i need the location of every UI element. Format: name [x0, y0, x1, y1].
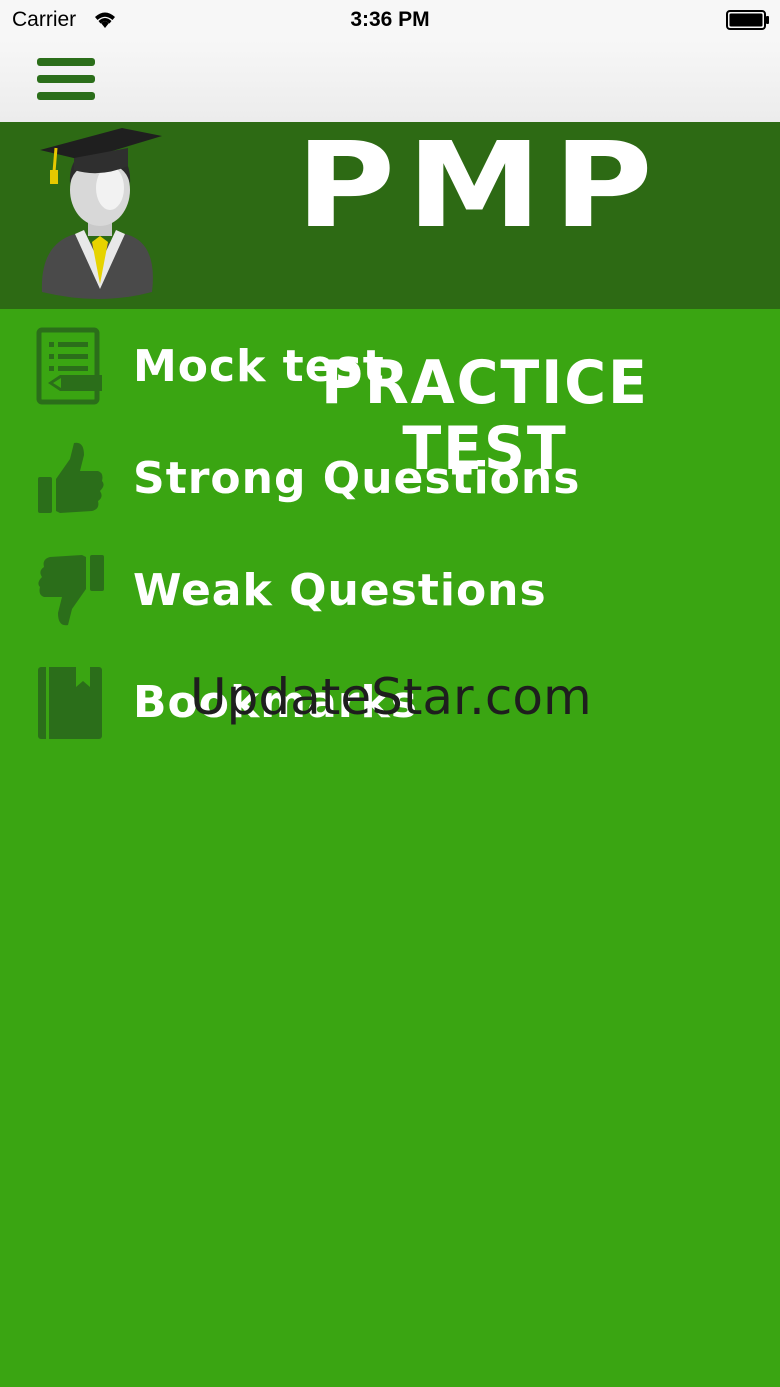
menu-item-label: Weak Questions	[133, 565, 547, 616]
navigation-bar	[0, 40, 780, 122]
menu-item-bookmarks[interactable]: Bookmarks	[0, 645, 780, 757]
status-bar: Carrier 3:36 PM	[0, 0, 780, 40]
hamburger-menu-button[interactable]	[37, 58, 95, 100]
hamburger-menu-icon	[37, 58, 95, 66]
menu-item-label: Bookmarks	[133, 677, 418, 728]
thumbs-down-icon	[38, 555, 104, 626]
graduate-avatar-icon	[40, 128, 162, 299]
battery-icon	[726, 10, 769, 30]
banner-title: PMP	[295, 116, 665, 254]
menu-item-strong-questions[interactable]: Strong Questions	[0, 421, 780, 533]
menu-item-label: Mock test	[133, 341, 385, 392]
app-banner: PMP PRACTICE TEST	[0, 116, 780, 482]
test-sheet-icon	[36, 327, 102, 405]
status-time: 3:36 PM	[350, 8, 430, 31]
bookmark-book-icon	[38, 667, 102, 739]
menu-item-weak-questions[interactable]: Weak Questions	[0, 533, 780, 645]
menu-item-label: Strong Questions	[133, 453, 581, 504]
thumbs-up-icon	[38, 442, 104, 513]
menu-item-mock-test[interactable]: Mock test	[0, 309, 780, 421]
